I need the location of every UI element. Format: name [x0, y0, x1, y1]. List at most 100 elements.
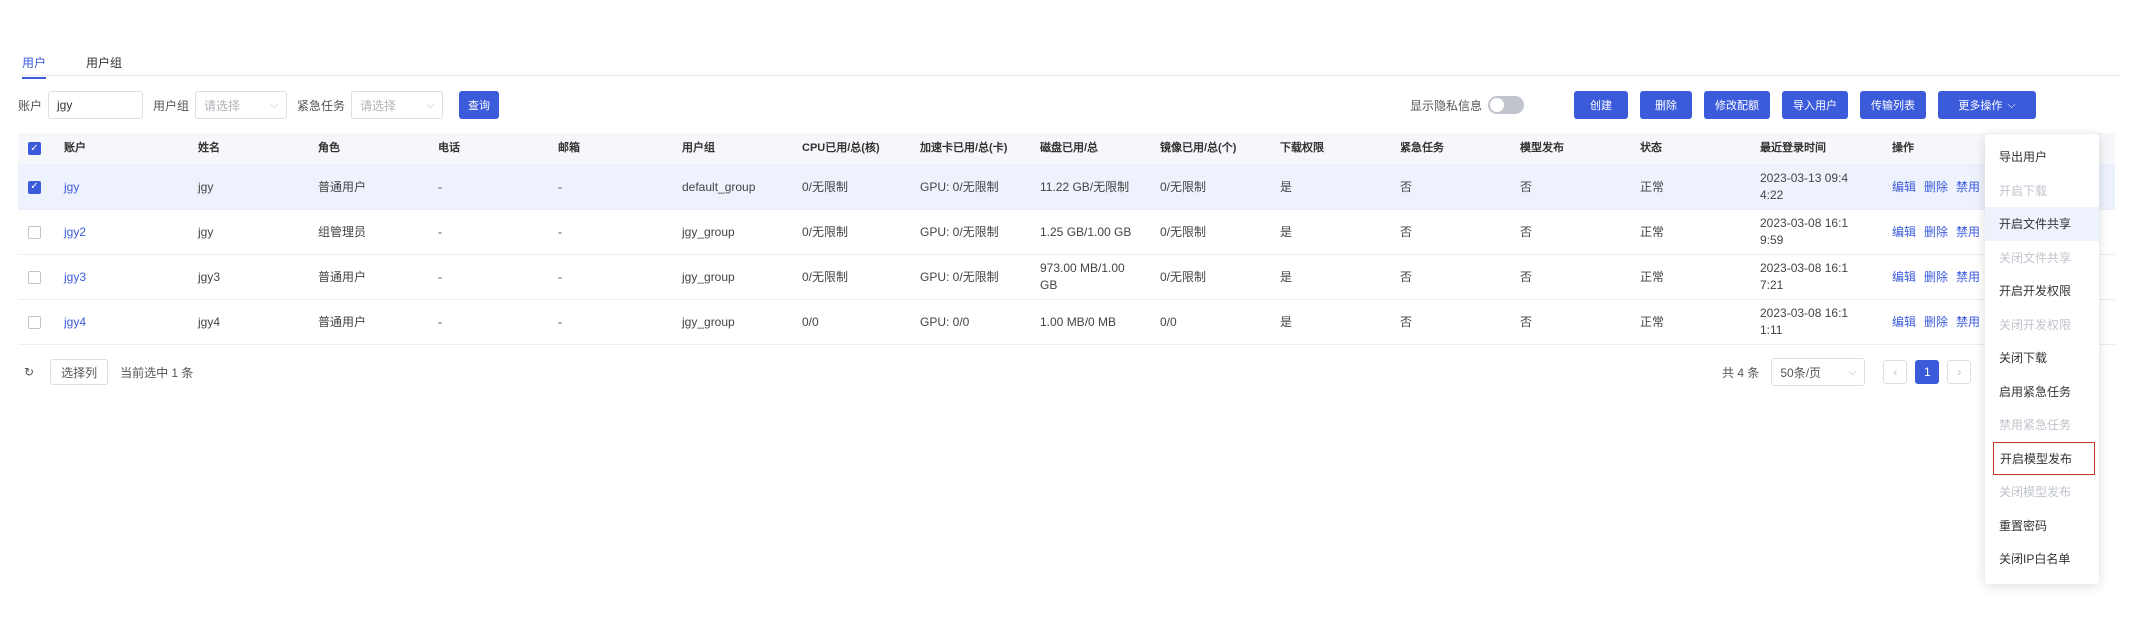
query-button[interactable]: 查询 [459, 91, 500, 119]
disable-link[interactable]: 禁用 [1956, 314, 1980, 331]
row-checkbox[interactable] [28, 270, 41, 284]
delete-link[interactable]: 删除 [1924, 314, 1948, 331]
row-checkbox[interactable] [28, 225, 41, 239]
edit-link[interactable]: 编辑 [1892, 224, 1916, 241]
menu-item[interactable]: 导出用户 [1985, 140, 2099, 174]
refresh-icon[interactable]: ↻ [18, 359, 41, 385]
cell-download: 是 [1280, 179, 1293, 194]
cell-group: default_group [682, 179, 756, 194]
chevron-down-icon: ⌵ [426, 99, 435, 111]
user-table: 账户 姓名 角色 电话 邮箱 用户组 CPU已用/总(核) 加速卡已用/总(卡)… [18, 133, 2115, 345]
menu-item: 开启下载 [1999, 183, 2048, 198]
table-body: jgy jgy 普通用户 - - default_group 0/无限制 GPU: 0/无限制… [18, 165, 2115, 345]
cell-gpu: GPU: 0/无限制 [920, 179, 999, 194]
group-label: 用户组 [153, 98, 190, 113]
row-operations: 编辑 删除 禁用 [1892, 300, 1988, 344]
group-select[interactable]: 请选择 ⌵ [195, 91, 288, 119]
checkbox[interactable] [28, 142, 41, 155]
cell-last-login: 2023-03-13 09:4 4:22 [1760, 171, 1849, 202]
menu-item[interactable]: 开启模型发布 [1993, 441, 2095, 475]
modify-quota-button[interactable]: 修改配额 [1704, 91, 1771, 119]
page-size-value: 50条/页 [1780, 365, 1822, 380]
transfer-list-button[interactable]: 传输列表 [1860, 91, 1927, 119]
col-status: 状态 [1640, 142, 1662, 154]
menu-item: 关闭模型发布 [1999, 485, 2072, 500]
row-operations: 编辑 删除 禁用 [1892, 255, 1988, 299]
tab-user-groups[interactable]: 用户组 [86, 54, 122, 77]
col-cpu: CPU已用/总(核) [802, 142, 880, 154]
select-columns-button[interactable]: 选择列 [50, 359, 109, 385]
edit-link[interactable]: 编辑 [1892, 269, 1916, 286]
col-role: 角色 [318, 142, 340, 154]
chevron-down-icon: ⌵ [1848, 366, 1857, 378]
account-input[interactable]: jgy [48, 91, 144, 119]
privacy-label: 显示隐私信息 [1410, 98, 1483, 113]
account-label: 账户 [18, 98, 43, 113]
cell-phone: - [438, 314, 442, 329]
cell-account[interactable]: jgy2 [64, 210, 86, 254]
delete-link[interactable]: 删除 [1924, 224, 1948, 241]
row-checkbox-cell[interactable] [28, 255, 41, 299]
disable-link[interactable]: 禁用 [1956, 269, 1980, 286]
next-page-button[interactable]: › [1947, 360, 1972, 384]
row-checkbox-cell[interactable] [28, 165, 41, 209]
row-checkbox[interactable] [28, 315, 41, 329]
col-account: 账户 [64, 142, 86, 154]
page-1-button[interactable]: 1 [1915, 360, 1940, 384]
menu-item[interactable]: 开启文件共享 [1985, 207, 2099, 241]
prev-page-button[interactable]: ‹ [1883, 360, 1908, 384]
table-footer-left: ↻ 选择列 当前选中 1 条 [18, 358, 193, 386]
table-row[interactable]: jgy3 jgy3 普通用户 - - jgy_group 0/无限制 GPU: 0/无限制 97… [18, 255, 2115, 300]
select-all-checkbox[interactable] [28, 133, 41, 164]
cell-account[interactable]: jgy [64, 165, 79, 209]
tab-users[interactable]: 用户 [22, 54, 47, 79]
table-row[interactable]: jgy2 jgy 组管理员 - - jgy_group 0/无限制 GPU: 0/无限制 1.2… [18, 210, 2115, 255]
cell-model: 否 [1520, 269, 1533, 284]
cell-last-login: 2023-03-08 16:1 9:59 [1760, 216, 1849, 247]
privacy-toggle[interactable] [1488, 96, 1525, 114]
cell-gpu: GPU: 0/0 [920, 314, 970, 329]
create-button[interactable]: 创建 [1574, 91, 1629, 119]
page-size-select[interactable]: 50条/页 ⌵ [1771, 358, 1866, 386]
row-operations: 编辑 删除 禁用 [1892, 210, 1988, 254]
delete-link[interactable]: 删除 [1924, 269, 1948, 286]
edit-link[interactable]: 编辑 [1892, 314, 1916, 331]
table-row[interactable]: jgy4 jgy4 普通用户 - - jgy_group 0/0 GPU: 0/0 1.00 M… [18, 300, 2115, 345]
col-group: 用户组 [682, 142, 715, 154]
more-actions-button[interactable]: 更多操作 ⌵ [1938, 91, 2037, 119]
filter-bar: 账户 jgy 用户组 请选择 ⌵ 紧急任务 请选择 ⌵ 查询 [18, 90, 500, 120]
col-disk: 磁盘已用/总 [1040, 142, 1099, 154]
cell-gpu: GPU: 0/无限制 [920, 269, 999, 284]
cell-email: - [558, 269, 562, 284]
menu-item[interactable]: 重置密码 [1985, 509, 2099, 543]
delete-link[interactable]: 删除 [1924, 179, 1948, 196]
cell-cpu: 0/无限制 [802, 224, 849, 239]
row-checkbox-cell[interactable] [28, 300, 41, 344]
menu-item[interactable]: 启用紧急任务 [1985, 375, 2099, 409]
selected-count: 当前选中 1 条 [120, 365, 194, 380]
cell-download: 是 [1280, 224, 1293, 239]
delete-button[interactable]: 删除 [1640, 91, 1693, 119]
row-checkbox[interactable] [28, 180, 41, 194]
table-header: 账户 姓名 角色 电话 邮箱 用户组 CPU已用/总(核) 加速卡已用/总(卡)… [18, 133, 2115, 165]
disable-link[interactable]: 禁用 [1956, 224, 1980, 241]
cell-account[interactable]: jgy3 [64, 255, 86, 299]
toggle-knob [1490, 98, 1505, 112]
cell-account[interactable]: jgy4 [64, 300, 86, 344]
cell-image: 0/无限制 [1160, 179, 1207, 194]
chevron-down-icon: ⌵ [270, 99, 279, 111]
menu-item[interactable]: 开启开发权限 [1985, 274, 2099, 308]
disable-link[interactable]: 禁用 [1956, 179, 1980, 196]
cell-email: - [558, 179, 562, 194]
row-checkbox-cell[interactable] [28, 210, 41, 254]
cell-name: jgy [198, 179, 214, 194]
table-row[interactable]: jgy jgy 普通用户 - - default_group 0/无限制 GPU: 0/无限制… [18, 165, 2115, 210]
import-users-button[interactable]: 导入用户 [1782, 91, 1849, 119]
cell-urgent: 否 [1400, 314, 1413, 329]
menu-item[interactable]: 关闭下载 [1985, 341, 2099, 375]
urgent-select[interactable]: 请选择 ⌵ [351, 91, 444, 119]
menu-item[interactable]: 关闭IP白名单 [1985, 542, 2099, 576]
col-image: 镜像已用/总(个) [1160, 142, 1237, 154]
edit-link[interactable]: 编辑 [1892, 179, 1916, 196]
pagination: 共 4 条 50条/页 ⌵ ‹ 1 › [1722, 358, 1972, 386]
